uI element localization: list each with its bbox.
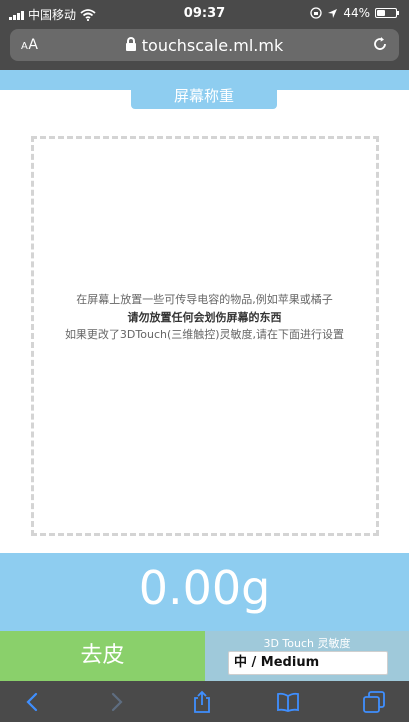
url-text: touchscale.ml.mk [141, 36, 284, 55]
status-right: 44% [310, 6, 399, 20]
share-icon[interactable] [189, 689, 215, 715]
battery-percent: 44% [343, 6, 370, 20]
instruction-line-1: 在屏幕上放置一些可传导电容的物品,例如苹果或橘子 [76, 293, 333, 306]
status-bar: 中国移动 09:37 44% [0, 0, 409, 26]
address-bar[interactable]: AA touchscale.ml.mk [10, 29, 399, 61]
back-icon[interactable] [20, 689, 46, 715]
url-display[interactable]: touchscale.ml.mk [10, 36, 399, 55]
forward-icon[interactable] [103, 689, 129, 715]
battery-fill [377, 10, 385, 16]
orientation-lock-icon [310, 7, 322, 19]
lock-icon [125, 37, 136, 51]
weight-display: 0.00g [0, 553, 409, 631]
bookmarks-icon[interactable] [275, 689, 301, 715]
sensitivity-select[interactable]: 中 / Medium [228, 651, 388, 675]
sensitivity-label: 3D Touch 灵敏度 [263, 637, 351, 650]
tabs-icon[interactable] [361, 689, 387, 715]
instruction-line-3: 如果更改了3DTouch(三维触控)灵敏度,请在下面进行设置 [64, 328, 345, 341]
location-icon [328, 8, 338, 18]
instruction-line-2: 请勿放置任何会划伤屏幕的东西 [127, 311, 282, 324]
sensitivity-panel: 3D Touch 灵敏度 中 / Medium [205, 631, 409, 681]
battery-icon [375, 8, 399, 18]
page-title: 屏幕称重 [131, 84, 277, 109]
weight-value: 0.00g [138, 561, 271, 615]
tare-button[interactable]: 去皮 [0, 631, 205, 681]
reload-icon[interactable] [371, 35, 389, 53]
browser-toolbar [0, 681, 409, 722]
